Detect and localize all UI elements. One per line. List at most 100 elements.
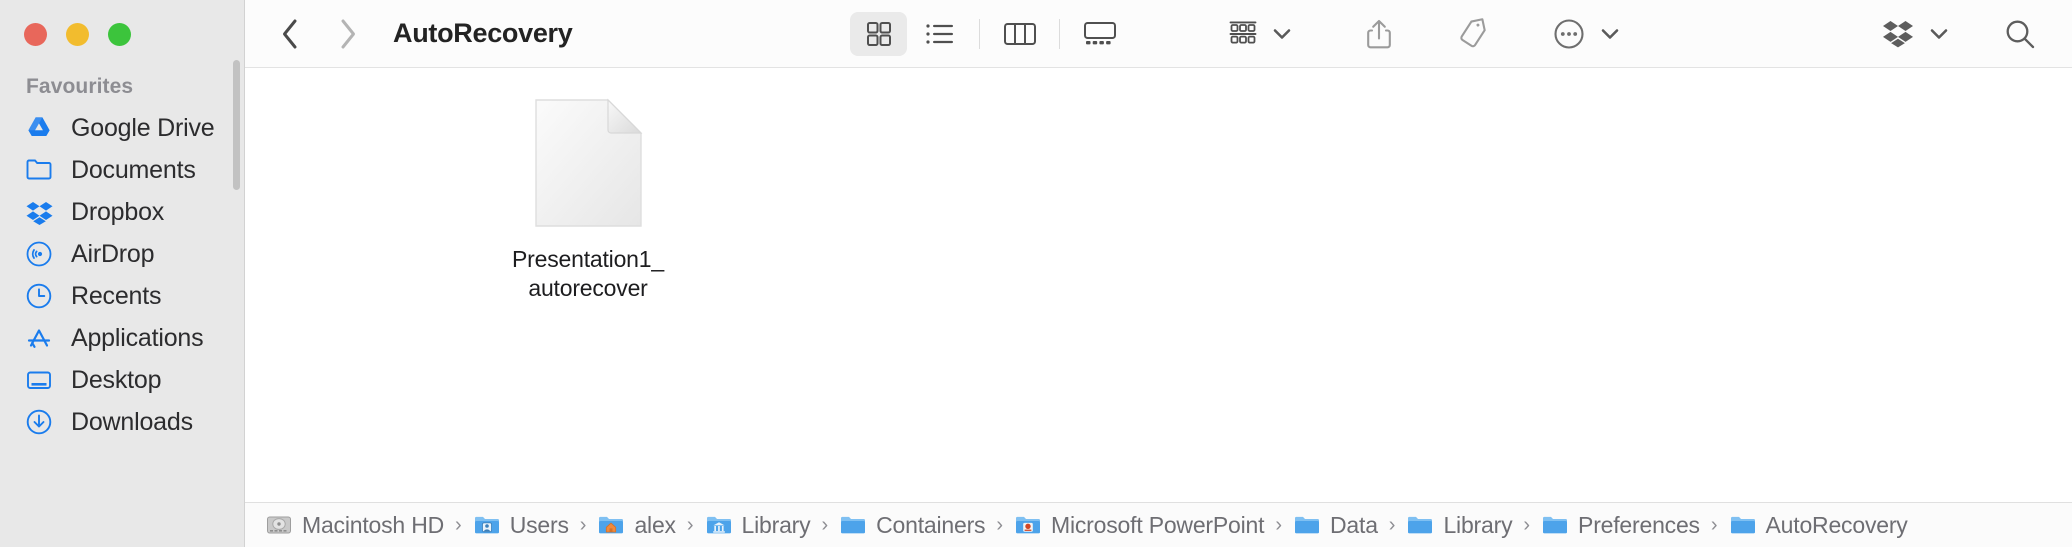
columns-icon [1003,20,1037,48]
breadcrumb-alex[interactable]: alex [597,511,676,539]
sidebar-item-desktop[interactable]: Desktop [0,359,245,401]
breadcrumb-label: Data [1330,511,1378,538]
google-drive-icon [24,113,54,143]
back-button[interactable] [269,12,313,56]
desktop-icon [24,365,54,395]
library-folder-icon [705,511,733,539]
sidebar-item-google-drive[interactable]: Google Drive [0,107,245,149]
breadcrumb-containers[interactable]: Containers [839,511,986,539]
sidebar-item-label: Dropbox [71,197,165,226]
breadcrumb-label: Library [1443,511,1513,538]
downloads-icon [24,407,54,437]
chevron-right-icon [335,17,359,51]
sidebar-section-title: Favourites [26,75,134,98]
sidebar-list: Google Drive Documents Dropbox AirDrop R… [0,107,245,443]
users-folder-icon [473,511,501,539]
clock-icon [24,281,54,311]
folder-icon [1406,511,1434,539]
search-button[interactable] [1990,11,2050,57]
breadcrumb-separator: › [1388,514,1396,536]
breadcrumb-users[interactable]: Users [473,511,569,539]
finder-window: Favourites Google Drive Documents Dropbo… [0,0,2072,547]
sidebar-item-airdrop[interactable]: AirDrop [0,233,245,275]
view-mode-list[interactable] [911,12,968,56]
toolbar-separator [1059,18,1061,49]
sidebar: Favourites Google Drive Documents Dropbo… [0,0,245,547]
file-item[interactable]: Presentation1_autorecover [510,94,666,303]
sidebar-item-label: Downloads [71,407,193,436]
page-title: AutoRecovery [393,18,573,48]
breadcrumb-separator: › [686,514,694,536]
path-bar: Macintosh HD › Users › alex › Library › … [245,502,2072,547]
list-icon [925,20,955,48]
sidebar-scrollbar[interactable] [233,60,240,190]
sidebar-item-label: AirDrop [71,239,155,268]
zoom-button[interactable] [108,23,131,46]
folder-icon [1729,511,1757,539]
file-icon-wrap [510,94,666,232]
dropbox-icon [24,197,54,227]
folder-icon [1293,511,1321,539]
group-icon [1228,19,1258,49]
sidebar-item-documents[interactable]: Documents [0,149,245,191]
toolbar-separator [979,18,981,49]
breadcrumb-separator: › [1275,514,1282,536]
sidebar-item-applications[interactable]: Applications [0,317,245,359]
tag-icon [1457,17,1489,50]
dropbox-icon [1881,19,1915,49]
breadcrumb-label: AutoRecovery [1765,511,1908,538]
breadcrumb-data[interactable]: Data [1293,511,1378,539]
sidebar-item-recents[interactable]: Recents [0,275,245,317]
view-mode-column[interactable] [991,12,1048,56]
dropbox-menu-button[interactable] [1867,11,1962,57]
close-button[interactable] [24,23,47,46]
generic-document-icon [532,94,645,232]
share-icon [1365,18,1393,50]
file-grid[interactable]: Presentation1_autorecover [245,68,2072,502]
chevron-down-icon [1930,28,1948,40]
chevron-down-icon [1273,28,1291,40]
breadcrumb-separator: › [455,514,462,536]
view-mode-icon[interactable] [850,11,908,56]
share-button[interactable] [1351,11,1407,57]
hard-drive-icon [265,511,293,539]
minimize-button[interactable] [66,23,89,46]
view-mode-group [850,11,1128,56]
group-button[interactable] [1214,11,1305,57]
breadcrumb-autorecovery[interactable]: AutoRecovery [1729,511,1908,539]
breadcrumb-label: Microsoft PowerPoint [1051,511,1265,538]
sidebar-item-label: Documents [71,155,196,184]
search-icon [2004,18,2036,50]
breadcrumb-label: Macintosh HD [302,511,445,538]
breadcrumb-separator: › [996,514,1004,536]
sidebar-item-dropbox[interactable]: Dropbox [0,191,245,233]
breadcrumb-separator: › [1523,514,1531,536]
view-mode-gallery[interactable] [1071,12,1128,56]
main-area: AutoRecovery Presentation1_autorecover M… [245,0,2072,547]
breadcrumb-library[interactable]: Library [705,511,811,539]
toolbar-actions [1214,11,1633,57]
breadcrumb-macintosh-hd[interactable]: Macintosh HD [265,511,444,539]
forward-button[interactable] [325,12,369,56]
chevron-left-icon [279,17,303,51]
toolbar-right-actions [1867,11,2050,57]
breadcrumb-label: Preferences [1578,511,1700,538]
tags-button[interactable] [1443,11,1503,57]
toolbar: AutoRecovery [245,0,2072,68]
sidebar-item-downloads[interactable]: Downloads [0,401,245,443]
home-folder-icon [597,511,625,539]
breadcrumb-label: alex [634,511,676,538]
sidebar-item-label: Desktop [71,365,162,394]
breadcrumb-label: Containers [876,511,986,538]
applications-icon [24,323,54,353]
grid-icon [865,20,893,48]
folder-icon [24,155,54,185]
breadcrumb-preferences[interactable]: Preferences [1541,511,1700,539]
breadcrumb-library-2[interactable]: Library [1406,511,1513,539]
more-button[interactable] [1539,11,1633,57]
breadcrumb-separator: › [1710,514,1718,536]
breadcrumb-microsoft-powerpoint[interactable]: Microsoft PowerPoint [1014,511,1265,539]
breadcrumb-separator: › [579,514,587,536]
folder-icon [839,511,867,539]
breadcrumb-label: Library [741,511,811,538]
